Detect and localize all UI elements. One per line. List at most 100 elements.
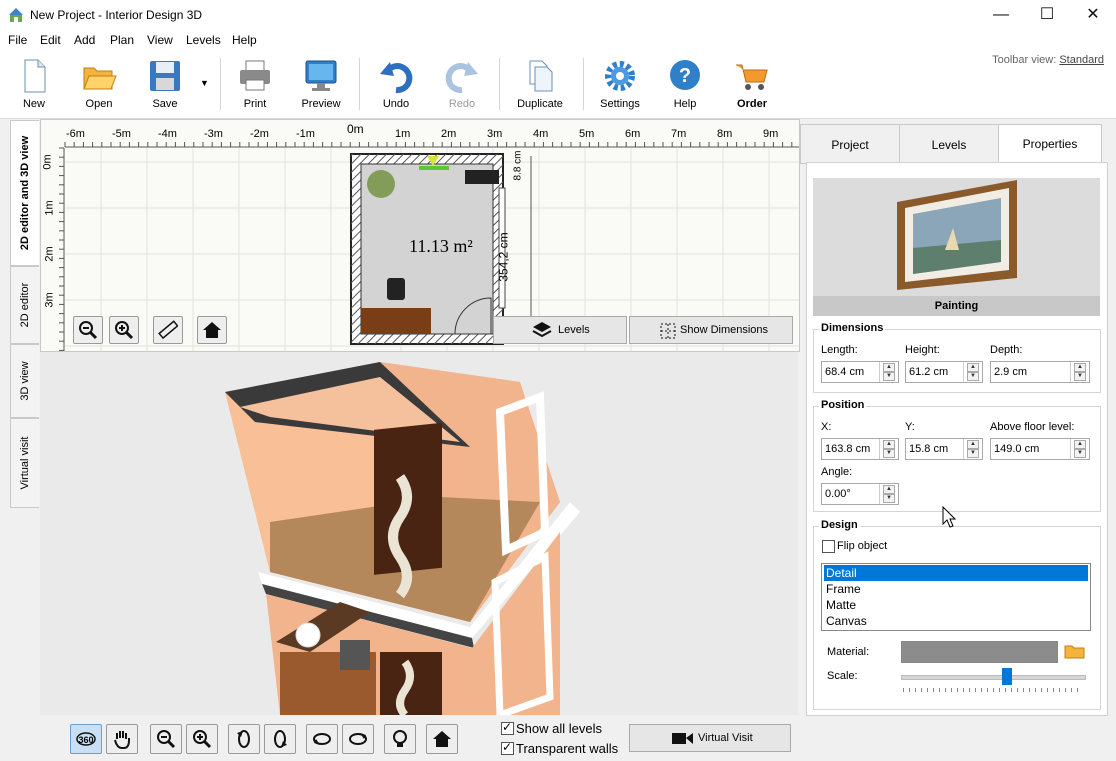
light-bulb-icon [393, 730, 407, 747]
length-input[interactable]: 68.4 cm ▲ ▼ [821, 361, 899, 383]
view-3d[interactable] [40, 352, 798, 715]
list-item[interactable]: Frame [824, 581, 1088, 597]
toolbar-view-selector[interactable]: Toolbar view: Standard [992, 54, 1104, 66]
menu-plan[interactable]: Plan [110, 33, 134, 47]
rotate-360-button[interactable]: 360 [70, 724, 102, 754]
tilt-up-icon [313, 733, 331, 745]
virtual-visit-button[interactable]: Virtual Visit [629, 724, 791, 752]
properties-panel: Painting Dimensions Length: Height: Dept… [806, 162, 1108, 716]
ruler-icon [158, 320, 178, 340]
tab-levels[interactable]: Levels [899, 124, 999, 164]
redo-button[interactable]: Redo [431, 56, 493, 114]
plan-2d-editor[interactable]: -6m -5m -4m -3m -2m -1m 0m 1m 2m 3m 4m 5… [40, 119, 800, 352]
main-toolbar: New Open Save ▼ Print Preview Undo Redo … [0, 52, 1116, 119]
transparent-walls-label: Transparent walls [516, 741, 619, 756]
tilt-down-icon [349, 733, 367, 745]
minimize-button[interactable]: — [978, 0, 1024, 30]
open-button[interactable]: Open [68, 56, 130, 114]
y-spinner[interactable]: ▲ ▼ [963, 439, 982, 459]
menu-edit[interactable]: Edit [40, 33, 61, 47]
print-button[interactable]: Print [224, 56, 286, 114]
height-input[interactable]: 61.2 cm ▲ ▼ [905, 361, 983, 383]
tab-project[interactable]: Project [800, 124, 900, 164]
redo-arrow-icon [445, 62, 478, 94]
rotate-left-button[interactable] [228, 724, 260, 754]
above-floor-input[interactable]: 149.0 cm ▲ ▼ [990, 438, 1090, 460]
menu-bar: File Edit Add Plan View Levels Help [0, 30, 1116, 52]
position-title: Position [819, 399, 867, 411]
plan-zoom-in-button[interactable] [109, 316, 139, 344]
toolbar-view-link[interactable]: Standard [1059, 54, 1104, 66]
layers-icon [532, 322, 552, 338]
flip-object-checkbox[interactable] [822, 540, 835, 553]
rotate-right-button[interactable] [264, 724, 296, 754]
house-3d-render [225, 362, 580, 715]
open-folder-icon[interactable] [1064, 643, 1086, 659]
list-item[interactable]: Matte [824, 597, 1088, 613]
mouse-cursor-icon [942, 506, 956, 528]
plan-measure-button[interactable] [153, 316, 183, 344]
scale-slider-thumb[interactable] [1002, 668, 1013, 685]
depth-spinner[interactable]: ▲ ▼ [1070, 362, 1089, 382]
duplicate-button[interactable]: Duplicate [509, 56, 571, 114]
length-spinner[interactable]: ▲ ▼ [879, 362, 898, 382]
view3d-zoom-out-button[interactable] [150, 724, 182, 754]
list-item[interactable]: Detail [824, 565, 1088, 581]
show-all-levels-checkbox[interactable] [501, 720, 514, 735]
close-button[interactable]: ✕ [1070, 0, 1116, 30]
tab-3d-view[interactable]: 3D view [10, 344, 39, 418]
plan-zoom-out-button[interactable] [73, 316, 103, 344]
save-disk-icon [150, 61, 180, 91]
angle-input[interactable]: 0.00° ▲ ▼ [821, 483, 899, 505]
height-spinner[interactable]: ▲ ▼ [963, 362, 982, 382]
menu-help[interactable]: Help [232, 33, 257, 47]
toolbar-separator [359, 58, 360, 110]
angle-spinner[interactable]: ▲ ▼ [879, 484, 898, 504]
help-button[interactable]: ? Help [654, 56, 716, 114]
lighting-button[interactable] [384, 724, 416, 754]
gear-icon [605, 61, 635, 91]
x-spinner[interactable]: ▲ ▼ [879, 439, 898, 459]
menu-add[interactable]: Add [74, 33, 95, 47]
room-area-label: 11.13 m² [409, 236, 473, 256]
material-swatch[interactable] [901, 641, 1058, 663]
undo-button[interactable]: Undo [365, 56, 427, 114]
settings-button[interactable]: Settings [589, 56, 651, 114]
tilt-up-button[interactable] [306, 724, 338, 754]
maximize-button[interactable]: ☐ [1024, 0, 1070, 30]
list-item[interactable]: Canvas [824, 613, 1088, 629]
show-dimensions-button[interactable]: Show Dimensions [629, 316, 793, 344]
printer-icon [240, 60, 270, 91]
scale-slider-track[interactable] [901, 675, 1086, 680]
plan-home-button[interactable] [197, 316, 227, 344]
y-input[interactable]: 15.8 cm ▲ ▼ [905, 438, 983, 460]
view3d-zoom-in-button[interactable] [186, 724, 218, 754]
design-parts-list[interactable]: Detail Frame Matte Canvas [821, 563, 1091, 631]
object-name-label: Painting [813, 296, 1100, 316]
x-input[interactable]: 163.8 cm ▲ ▼ [821, 438, 899, 460]
menu-levels[interactable]: Levels [186, 33, 221, 47]
save-dropdown-arrow[interactable]: ▼ [200, 78, 209, 88]
tab-properties[interactable]: Properties [998, 124, 1102, 163]
save-button[interactable]: Save [134, 56, 196, 114]
open-folder-icon [83, 67, 117, 90]
menu-view[interactable]: View [147, 33, 173, 47]
view3d-home-button[interactable] [426, 724, 458, 754]
svg-text:?: ? [679, 65, 691, 87]
preview-button[interactable]: Preview [290, 56, 352, 114]
home-icon [203, 322, 221, 338]
tab-2d-editor[interactable]: 2D editor [10, 266, 39, 344]
view3d-toolbar: 360 Show all levels Transparent walls Vi… [40, 716, 798, 761]
above-floor-spinner[interactable]: ▲ ▼ [1070, 439, 1089, 459]
tab-virtual-visit[interactable]: Virtual visit [10, 418, 39, 508]
new-button[interactable]: New [3, 56, 65, 114]
depth-input[interactable]: 2.9 cm ▲ ▼ [990, 361, 1090, 383]
tilt-down-button[interactable] [342, 724, 374, 754]
menu-file[interactable]: File [8, 33, 27, 47]
rotate-right-icon [274, 730, 287, 748]
pan-hand-button[interactable] [106, 724, 138, 754]
transparent-walls-checkbox[interactable] [501, 740, 514, 755]
tab-2d-editor-and-3d-view[interactable]: 2D editor and 3D view [10, 120, 39, 266]
order-button[interactable]: Order [721, 56, 783, 114]
levels-button[interactable]: Levels [493, 316, 627, 344]
